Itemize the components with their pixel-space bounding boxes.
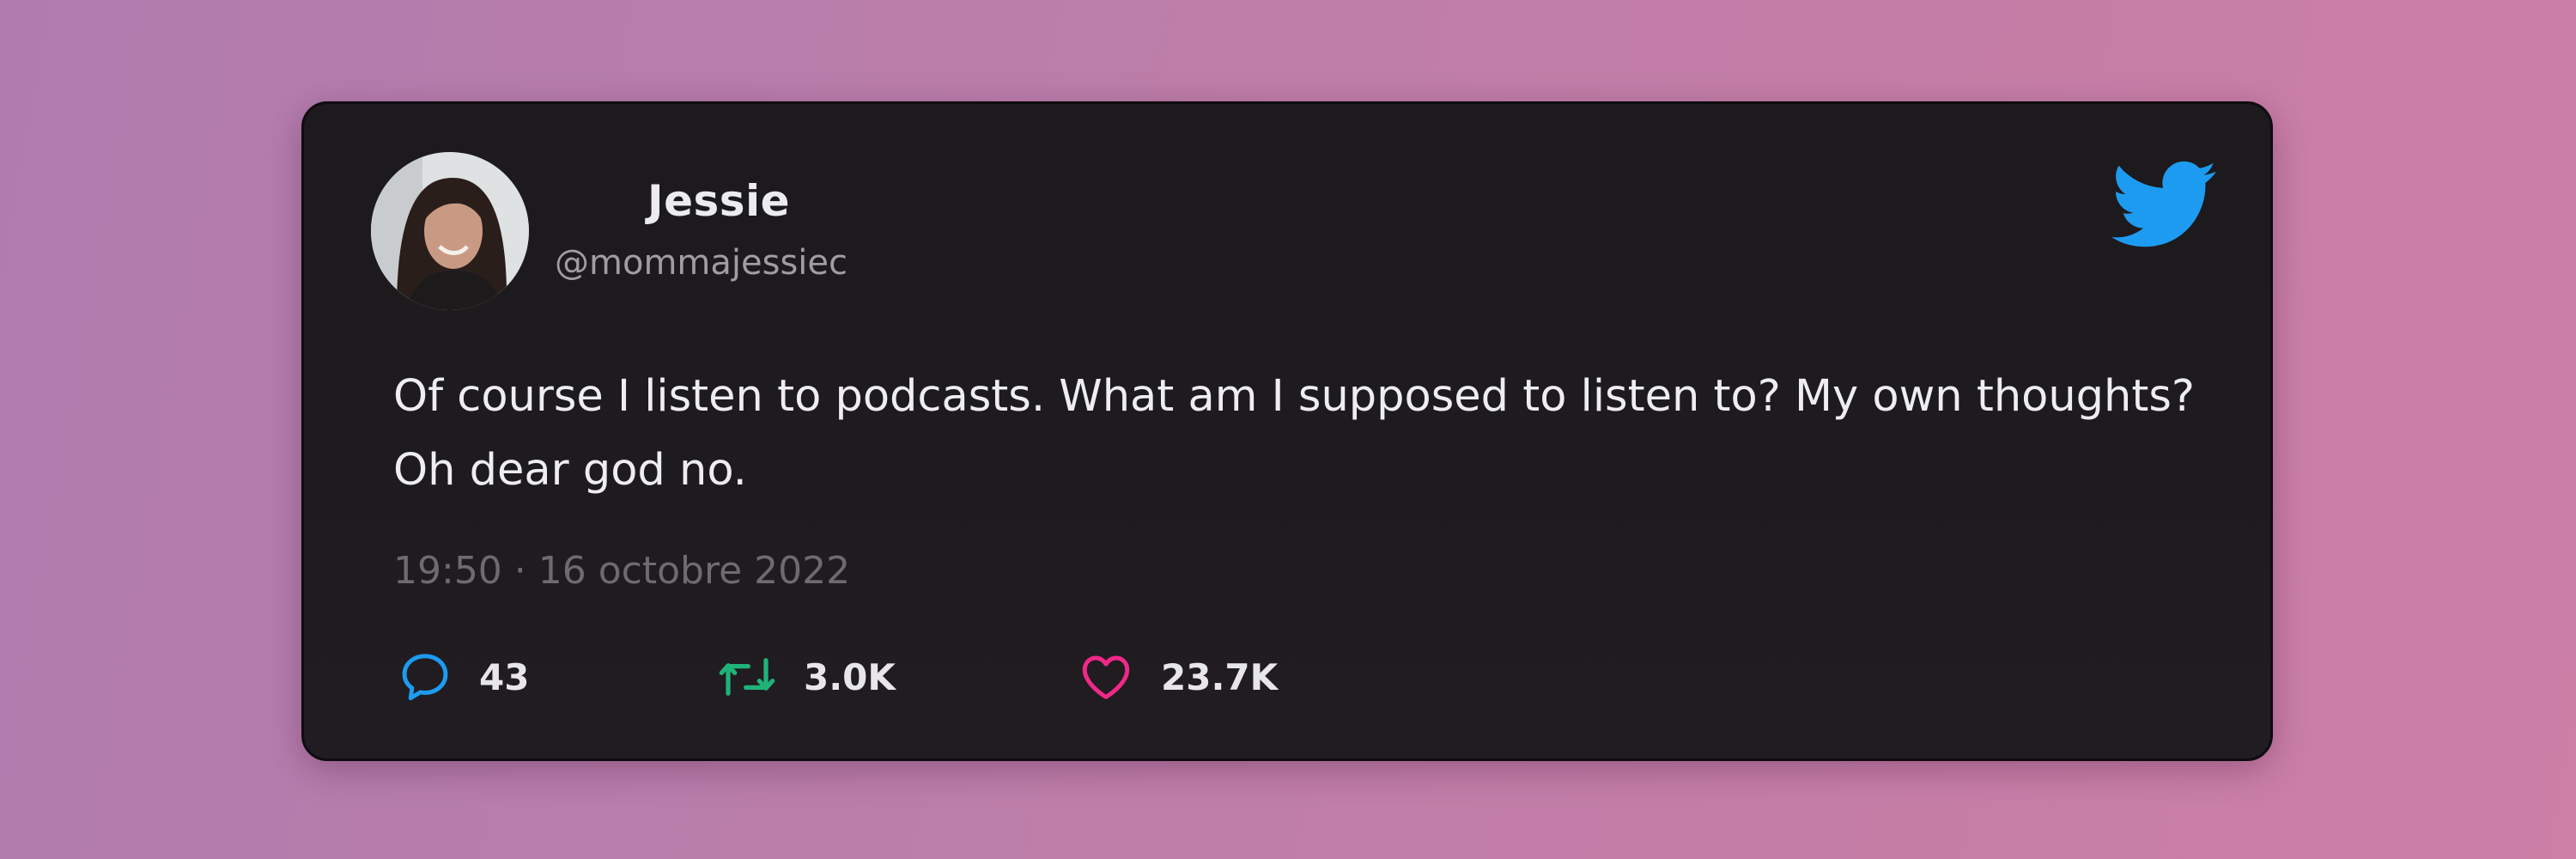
retweet-button[interactable]: 3.0K [716, 647, 896, 707]
retweet-icon [719, 658, 775, 696]
heart-icon [1082, 655, 1130, 699]
reply-button[interactable]: 43 [397, 647, 529, 707]
like-count: 23.7K [1161, 655, 1279, 698]
display-name[interactable]: Jessie [647, 176, 790, 226]
user-handle[interactable]: @mommajessiec [555, 243, 848, 283]
reply-count: 43 [479, 655, 530, 698]
avatar[interactable] [371, 152, 529, 310]
profile-photo-icon [371, 152, 529, 310]
tweet-timestamp[interactable]: 19:50 · 16 octobre 2022 [393, 549, 850, 593]
twitter-bird-icon[interactable] [2111, 161, 2218, 250]
tweet-text: Of course I listen to podcasts. What am … [393, 371, 2195, 496]
tweet-card: Jessie @mommajessiec Of course I listen … [301, 101, 2273, 761]
retweet-count: 3.0K [804, 655, 896, 698]
like-button[interactable]: 23.7K [1077, 647, 1278, 707]
reply-bubble-icon [402, 654, 448, 701]
